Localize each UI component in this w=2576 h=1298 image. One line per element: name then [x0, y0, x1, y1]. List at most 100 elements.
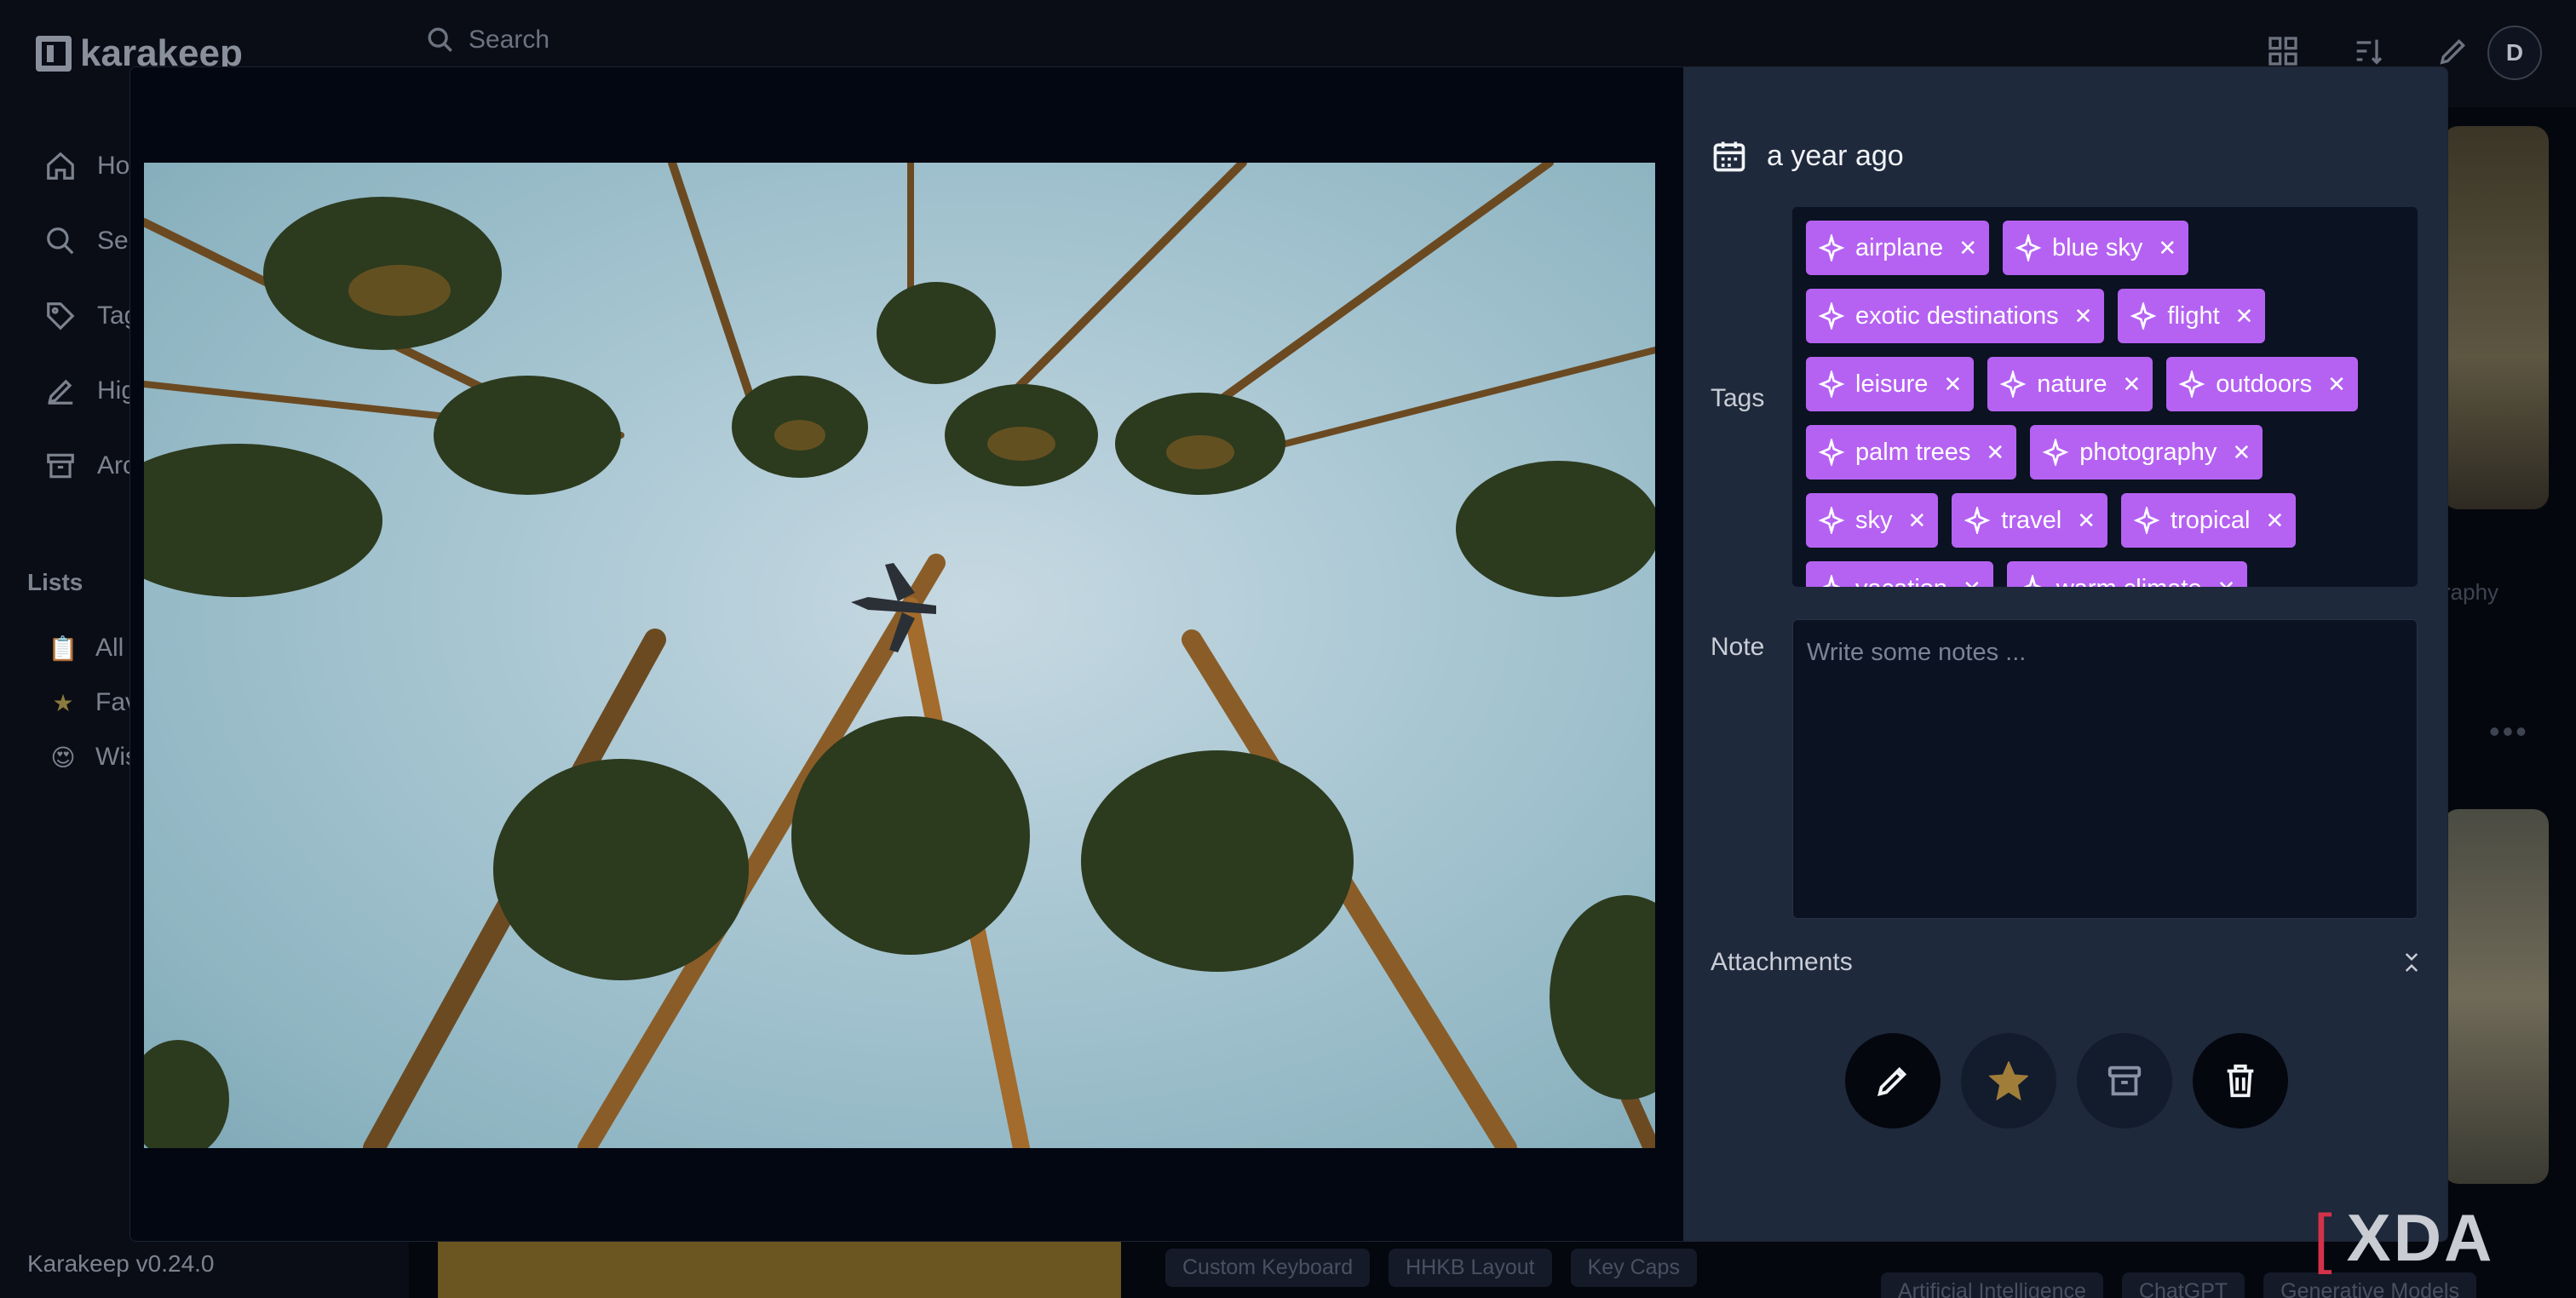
sort-icon — [2356, 39, 2383, 65]
bg-tag: Key Caps — [1570, 1249, 1697, 1287]
tag-label: warm climate — [2056, 575, 2202, 588]
tag-label: flight — [2167, 302, 2220, 330]
edit-mode-button[interactable] — [2436, 34, 2470, 68]
delete-button[interactable] — [2192, 1033, 2288, 1129]
remove-tag-icon[interactable]: ✕ — [2232, 439, 2251, 466]
tag-chip[interactable]: flight ✕ — [2118, 289, 2266, 343]
sparkle-icon — [2015, 234, 2042, 261]
tag-list: airplane ✕ blue sky ✕ exotic destinations ✕ fl… — [1806, 221, 2402, 587]
remove-tag-icon[interactable]: ✕ — [2158, 235, 2176, 261]
search-input[interactable]: Search — [469, 26, 549, 55]
archive-icon — [2107, 1065, 2141, 1096]
list-item-all[interactable]: 📋 All — [49, 634, 124, 663]
calendar-icon — [1713, 141, 1745, 172]
star-icon — [1988, 1061, 2028, 1100]
search-icon — [47, 227, 74, 255]
remove-tag-icon[interactable]: ✕ — [1908, 508, 1927, 534]
tag-chip[interactable]: blue sky ✕ — [2002, 221, 2189, 275]
details-panel: a year ago Tags airplane ✕ blue sky ✕ exotic… — [1683, 67, 2447, 1241]
pencil-icon — [1877, 1066, 1906, 1096]
remove-tag-icon[interactable]: ✕ — [2266, 508, 2285, 534]
tag-icon — [47, 302, 75, 330]
remove-tag-icon[interactable]: ✕ — [2217, 576, 2236, 588]
tag-label: airplane — [1855, 233, 1944, 261]
nav-item-highlights[interactable]: Hig — [44, 375, 135, 407]
tag-chip[interactable]: outdoors ✕ — [2166, 357, 2358, 411]
bg-tag: Artificial Intelligence — [1881, 1272, 2103, 1298]
clipboard-icon: 📋 — [48, 635, 78, 662]
collapse-chevrons-icon[interactable] — [2399, 950, 2424, 975]
tag-chip[interactable]: airplane ✕ — [1806, 221, 1989, 275]
nav-item-archive[interactable]: Arc — [44, 450, 135, 482]
home-icon — [47, 152, 74, 180]
edit-button[interactable] — [1844, 1033, 1941, 1129]
pencil-icon — [2440, 38, 2466, 65]
tag-chip[interactable]: photography ✕ — [2030, 425, 2263, 480]
sparkle-icon — [1818, 234, 1845, 261]
sparkle-icon — [2130, 302, 2157, 330]
sparkle-icon — [1818, 370, 1845, 398]
sparkle-icon — [2042, 439, 2069, 466]
remove-tag-icon[interactable]: ✕ — [1943, 371, 1962, 398]
remove-tag-icon[interactable]: ✕ — [2077, 508, 2096, 534]
tags-editor[interactable]: airplane ✕ blue sky ✕ exotic destinations ✕ fl… — [1792, 207, 2418, 587]
tag-chip[interactable]: tropical ✕ — [2121, 493, 2297, 548]
tag-label: tropical — [2171, 506, 2251, 534]
remove-tag-icon[interactable]: ✕ — [1958, 235, 1977, 261]
tag-label: sky — [1855, 506, 1893, 534]
tag-chip[interactable]: warm climate ✕ — [2006, 561, 2248, 588]
list-item-favourites[interactable]: ★ Fav — [49, 688, 138, 717]
tag-chip[interactable]: exotic destinations ✕ — [1806, 289, 2105, 343]
bg-bookmark-image — [438, 1242, 1121, 1298]
tag-chip[interactable]: leisure ✕ — [1806, 357, 1975, 411]
tag-chip[interactable]: palm trees ✕ — [1806, 425, 2017, 480]
sparkle-icon — [1818, 302, 1845, 330]
archive-button[interactable] — [2076, 1033, 2172, 1129]
bg-bookmark-card — [2443, 126, 2549, 509]
trash-icon — [2227, 1064, 2253, 1098]
bg-tag: Custom Keyboard — [1165, 1249, 1371, 1287]
avatar[interactable]: D — [2487, 26, 2542, 80]
remove-tag-icon[interactable]: ✕ — [1963, 576, 1981, 588]
tag-label: leisure — [1855, 370, 1929, 398]
xda-watermark: [ XDA — [2314, 1200, 2495, 1275]
tags-label: Tags — [1711, 384, 1765, 412]
favourite-button[interactable] — [1960, 1033, 2056, 1129]
more-icon: ••• — [2489, 714, 2529, 749]
tag-label: blue sky — [2051, 233, 2143, 261]
layout-toggle-button[interactable] — [2266, 34, 2300, 68]
remove-tag-icon[interactable]: ✕ — [1986, 439, 2004, 466]
tag-chip[interactable]: nature ✕ — [1987, 357, 2153, 411]
sparkle-icon — [1818, 439, 1845, 466]
tag-chip[interactable]: sky ✕ — [1806, 493, 1939, 548]
remove-tag-icon[interactable]: ✕ — [2327, 371, 2346, 398]
remove-tag-icon[interactable]: ✕ — [2122, 371, 2141, 398]
search-icon — [428, 27, 452, 52]
bg-tag-chip: raphy — [2443, 579, 2499, 605]
xda-logo-icon: [ — [2314, 1200, 2335, 1275]
bookmark-preview-modal: a year ago Tags airplane ✕ blue sky ✕ exotic… — [129, 66, 2448, 1242]
sparkle-icon — [1964, 507, 1991, 534]
tag-chip[interactable]: travel ✕ — [1952, 493, 2108, 548]
remove-tag-icon[interactable]: ✕ — [2235, 303, 2254, 330]
tag-label: palm trees — [1855, 438, 1971, 466]
note-textarea[interactable]: Write some notes ... — [1792, 619, 2418, 919]
bg-bookmark-card — [2443, 809, 2549, 1184]
tag-chip[interactable]: vacation ✕ — [1806, 561, 1993, 587]
logo-icon — [36, 36, 72, 72]
nav-item-search[interactable]: Sea — [44, 225, 142, 257]
note-label: Note — [1711, 633, 1765, 661]
nav-item-tags[interactable]: Tag — [44, 300, 138, 332]
search-bar[interactable]: Search — [409, 26, 549, 55]
palm-trees-airplane-photo — [144, 163, 1655, 1148]
sort-button[interactable] — [2351, 34, 2385, 68]
list-item-wishlist[interactable]: 😍 Wis — [49, 743, 138, 772]
nav-item-home[interactable]: Hor — [44, 150, 138, 182]
tag-label: photography — [2079, 438, 2217, 466]
highlighter-icon — [48, 379, 73, 405]
tag-label: exotic destinations — [1855, 302, 2059, 330]
attachments-section-header[interactable]: Attachments — [1711, 948, 2424, 977]
grid-icon — [2268, 37, 2297, 66]
bg-tag-row: Custom Keyboard HHKB Layout Key Caps — [1165, 1249, 1697, 1287]
remove-tag-icon[interactable]: ✕ — [2074, 303, 2093, 330]
